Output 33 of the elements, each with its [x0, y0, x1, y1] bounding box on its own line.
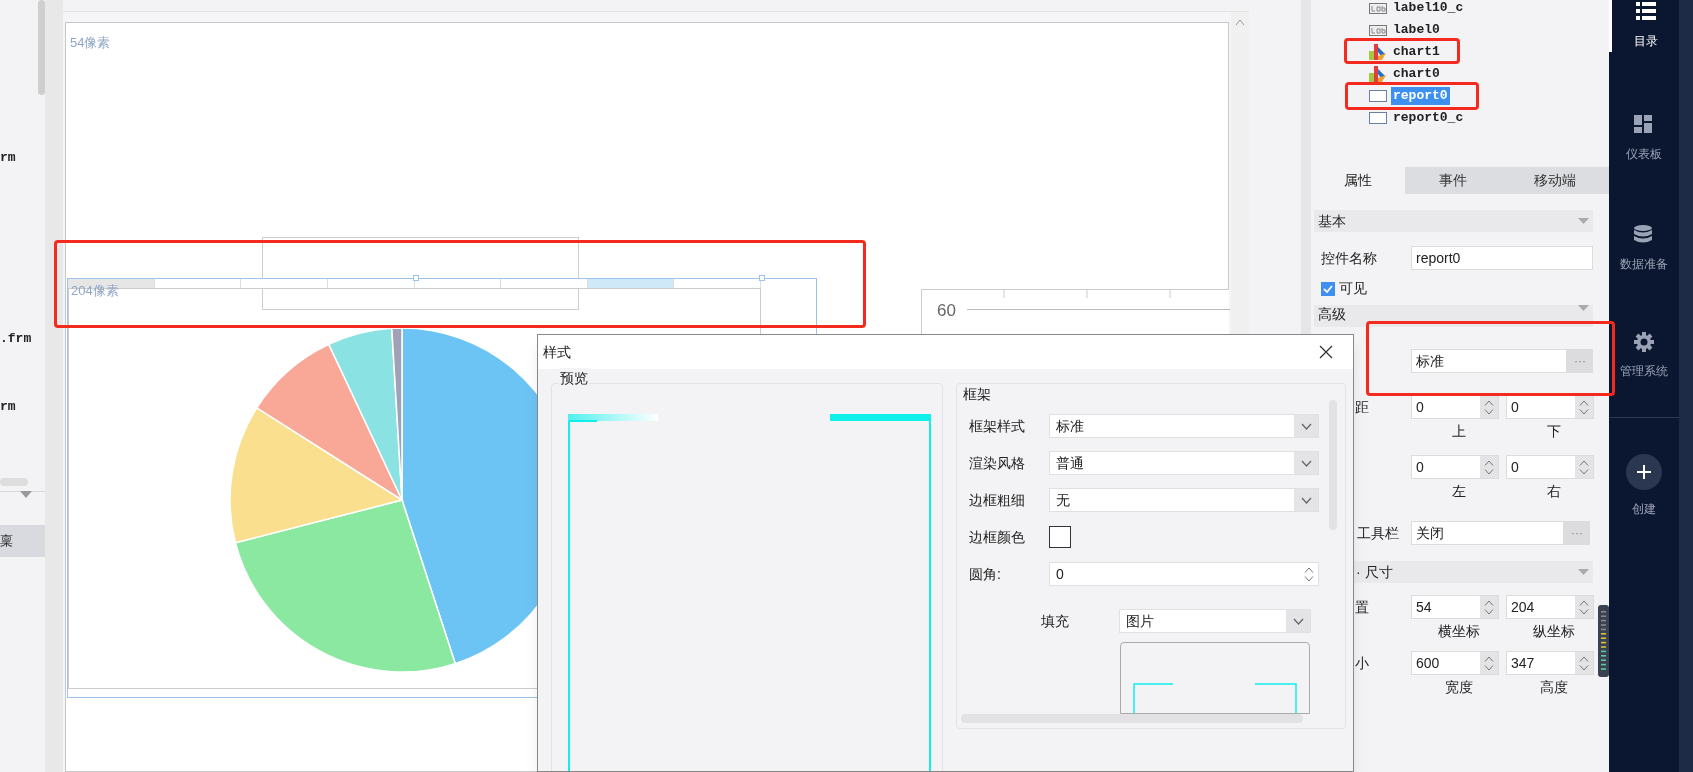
axis-label: 60 — [937, 300, 956, 322]
section-title: 基本 — [1318, 211, 1346, 231]
field-label: 右 — [1546, 482, 1561, 501]
field-label: 填充 — [1041, 611, 1070, 631]
field-label: 下 — [1546, 422, 1561, 441]
field-label: 工具栏 — [1357, 525, 1399, 541]
checkbox-label: 可见 — [1339, 279, 1367, 298]
nav-label: 目录 — [1633, 33, 1658, 50]
field-label: 置 — [1355, 597, 1369, 617]
field-label: 圆角: — [969, 564, 1002, 584]
field-label: 距 — [1355, 397, 1369, 417]
field-label: 渲染风格 — [969, 453, 1026, 473]
field-label: 宽度 — [1444, 678, 1473, 697]
nav-label: 管理系统 — [1620, 363, 1668, 380]
field-label: 边框粗细 — [969, 490, 1026, 510]
field-label: 纵坐标 — [1532, 622, 1575, 641]
group-title: 框架 — [963, 385, 991, 404]
nav-label: 创建 — [1632, 501, 1656, 518]
field-label: 上 — [1451, 422, 1466, 441]
section-title: 高级 — [1318, 305, 1346, 322]
field-label: 小 — [1355, 653, 1369, 673]
field-label: 横坐标 — [1437, 622, 1480, 641]
field-label: 左 — [1451, 482, 1466, 501]
section-title: · 尺寸 — [1356, 562, 1393, 582]
field-label: 高度 — [1539, 678, 1568, 697]
dialog-title: 样式 — [543, 342, 571, 362]
field-label: 边框颜色 — [969, 527, 1026, 547]
field-label: 控件名称 — [1321, 248, 1378, 268]
nav-label: 数据准备 — [1620, 256, 1668, 273]
position-marker: 204像素 — [71, 282, 119, 300]
field-label: 框架样式 — [969, 416, 1026, 436]
nav-label: 仪表板 — [1626, 146, 1662, 163]
position-marker: 54像素 — [70, 34, 111, 52]
